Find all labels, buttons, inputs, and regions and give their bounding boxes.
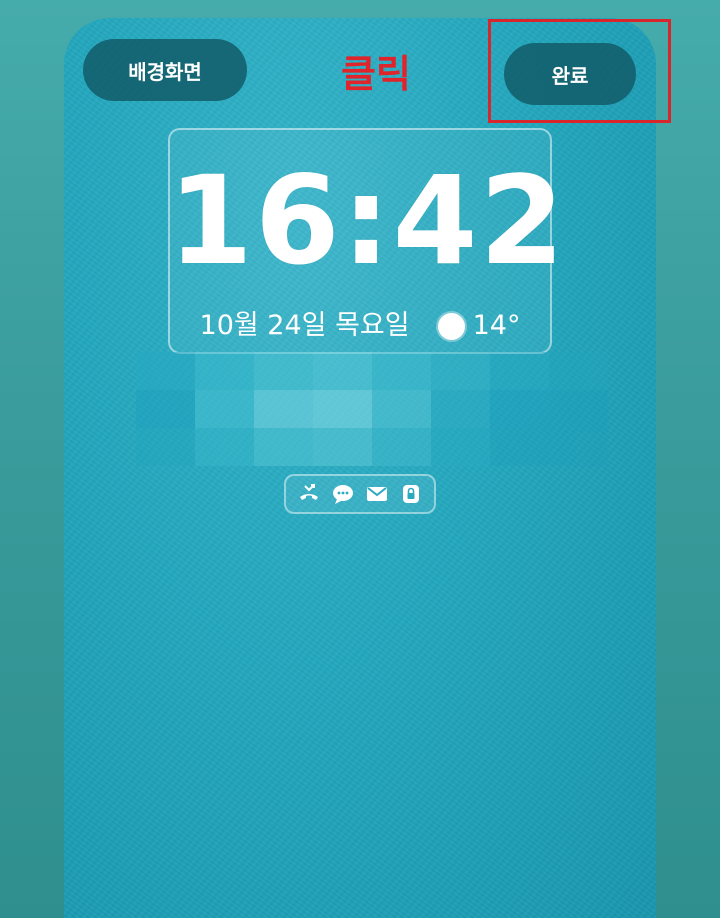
lock-icon — [398, 481, 424, 507]
message-icon — [330, 481, 356, 507]
blurred-widget-area — [136, 352, 608, 466]
temperature: 14° — [472, 310, 521, 341]
done-button-highlight — [488, 19, 671, 123]
mail-icon — [364, 481, 390, 507]
date-weather-row[interactable]: 10월 24일 목요일 14° — [168, 306, 552, 346]
clock-time[interactable]: 16:42 — [168, 146, 564, 296]
missed-call-icon — [296, 481, 322, 507]
weather-moon-icon — [437, 312, 465, 340]
wallpaper-button[interactable]: 배경화면 — [83, 39, 247, 101]
date-text: 10월 24일 목요일 — [199, 310, 410, 341]
click-annotation-label: 클릭 — [341, 52, 411, 96]
notification-icons-bar[interactable] — [284, 474, 436, 514]
